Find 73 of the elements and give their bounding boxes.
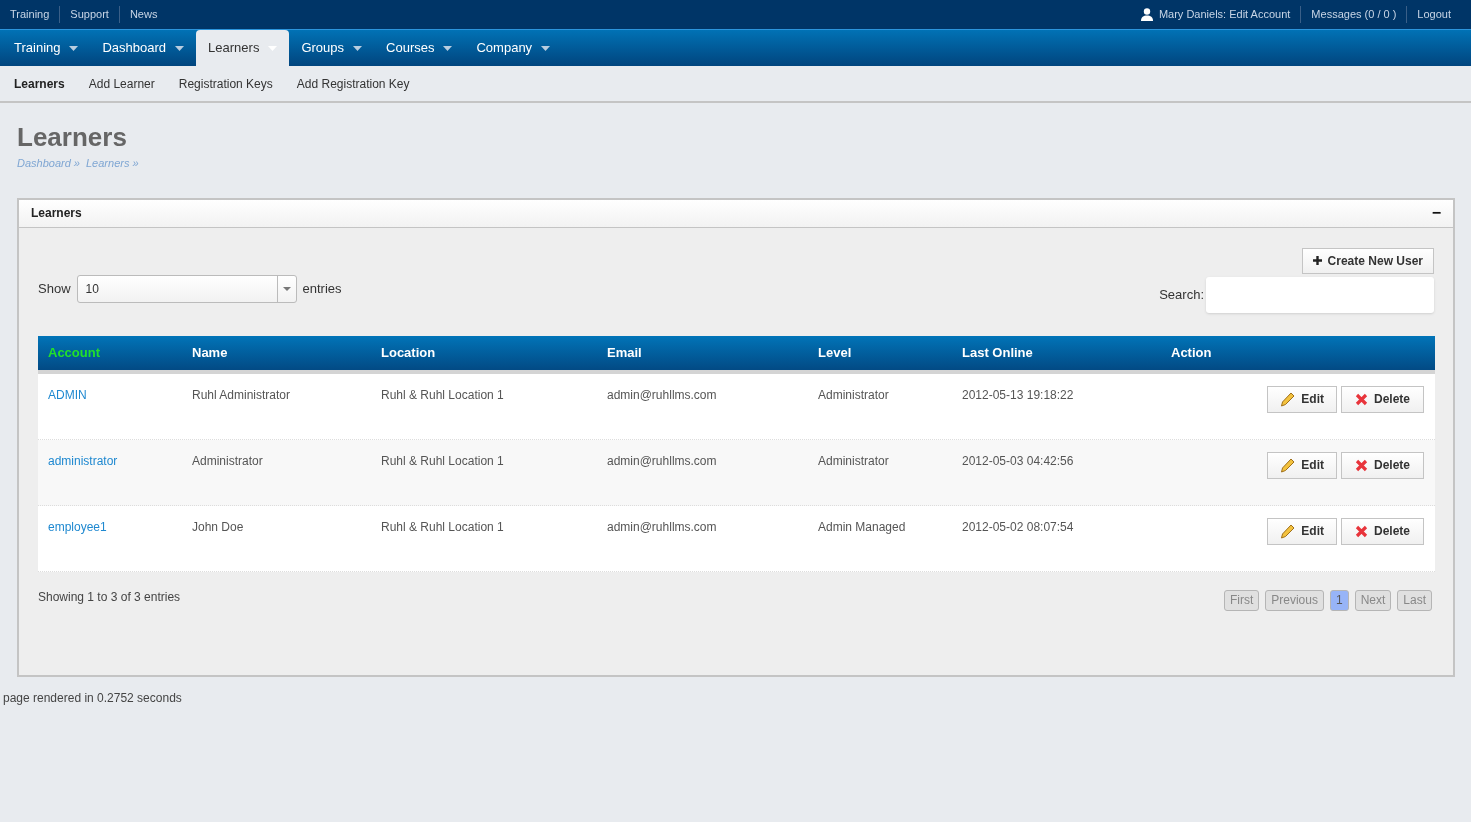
close-icon [1354,458,1368,472]
account-link[interactable]: administrator [38,439,182,470]
column-header[interactable]: Account [38,342,182,363]
nav-tab[interactable]: Training [2,30,91,66]
pencil-icon [1280,457,1296,473]
pagination-button[interactable]: 1 [1329,589,1349,611]
top-link[interactable]: Mary Daniels: Edit Account [1140,6,1301,23]
table-cell-text: Administrator [817,452,890,470]
table-cell-text: Ruhl & Ruhl Location 1 [380,386,505,404]
edit-button[interactable]: Edit [1267,517,1337,545]
table-cell-text: Administrator [817,386,890,404]
column-header[interactable]: Level [808,342,952,363]
panel-title: Learners [31,205,82,222]
close-icon [1354,392,1368,406]
entries-dropdown[interactable]: 10 [76,274,297,303]
table-cell-text: John Doe [191,518,245,536]
table-cell-text: admin@ruhllms.com [606,386,718,404]
delete-button[interactable]: Delete [1340,451,1424,479]
render-time: page rendered in 0.2752 seconds [2,689,183,707]
edit-button[interactable]: Edit [1267,451,1337,479]
caret-icon [443,45,453,51]
create-user-button[interactable]: Create New User [1301,247,1434,274]
table-cell-text: 2012-05-13 19:18:22 [961,386,1075,404]
table-cell-text: Ruhl Administrator [191,386,292,404]
account-link[interactable]: employee1 [38,505,182,536]
close-icon [1354,524,1368,538]
search-label: Search: [1159,285,1204,304]
search-field[interactable] [1206,276,1434,313]
nav-tab[interactable]: Company [464,30,563,66]
delete-button[interactable]: Delete [1340,517,1424,545]
delete-button[interactable]: Delete [1340,385,1424,413]
column-header[interactable]: Email [597,342,808,363]
table-cell-text: Admin Managed [817,518,907,536]
top-link[interactable]: Logout [1406,6,1461,23]
top-link[interactable]: News [118,6,168,23]
entries-label: entries [302,279,342,298]
edit-button[interactable]: Edit [1267,385,1337,413]
subnav-link[interactable]: Registration Keys [178,74,273,93]
show-label: Show [38,279,71,298]
column-header[interactable]: Last Online [952,342,1161,363]
pencil-icon [1280,391,1296,407]
caret-icon [353,45,363,51]
table-cell-text: Administrator [191,452,264,470]
nav-tab[interactable]: Courses [374,30,465,66]
top-link[interactable]: Support [59,6,119,23]
subnav-link[interactable]: Add Registration Key [296,74,410,93]
table-cell-text: 2012-05-03 04:42:56 [961,452,1075,470]
account-link[interactable]: ADMIN [38,373,182,404]
caret-icon [69,45,79,51]
top-link[interactable]: Messages (0 / 0 ) [1300,6,1407,23]
table-cell-text: Ruhl & Ruhl Location 1 [380,452,505,470]
collapse-button[interactable]: − [1431,205,1441,221]
page-title: Learners [17,121,128,153]
subnav-link[interactable]: Learners [14,74,65,93]
nav-tab[interactable]: Dashboard [90,30,197,66]
table-info: Showing 1 to 3 of 3 entries [38,589,181,606]
nav-tab[interactable]: Groups [289,30,375,66]
caret-icon [175,45,185,51]
table-cell-text: Ruhl & Ruhl Location 1 [380,518,505,536]
user-icon [1140,8,1153,21]
pencil-icon [1280,523,1296,539]
subnav-link[interactable]: Add Learner [88,74,155,93]
caret-icon [541,45,551,51]
table-cell-text: admin@ruhllms.com [606,518,718,536]
plus-icon [1312,256,1322,265]
table-cell-text: admin@ruhllms.com [606,452,718,470]
top-link[interactable]: Training [10,6,60,23]
column-header[interactable]: Location [371,342,597,363]
column-header[interactable]: Action [1161,342,1435,363]
table-cell-text: 2012-05-02 08:07:54 [961,518,1075,536]
caret-icon [282,286,291,291]
nav-tab[interactable]: Learners [196,30,290,66]
column-header[interactable]: Name [182,342,371,363]
